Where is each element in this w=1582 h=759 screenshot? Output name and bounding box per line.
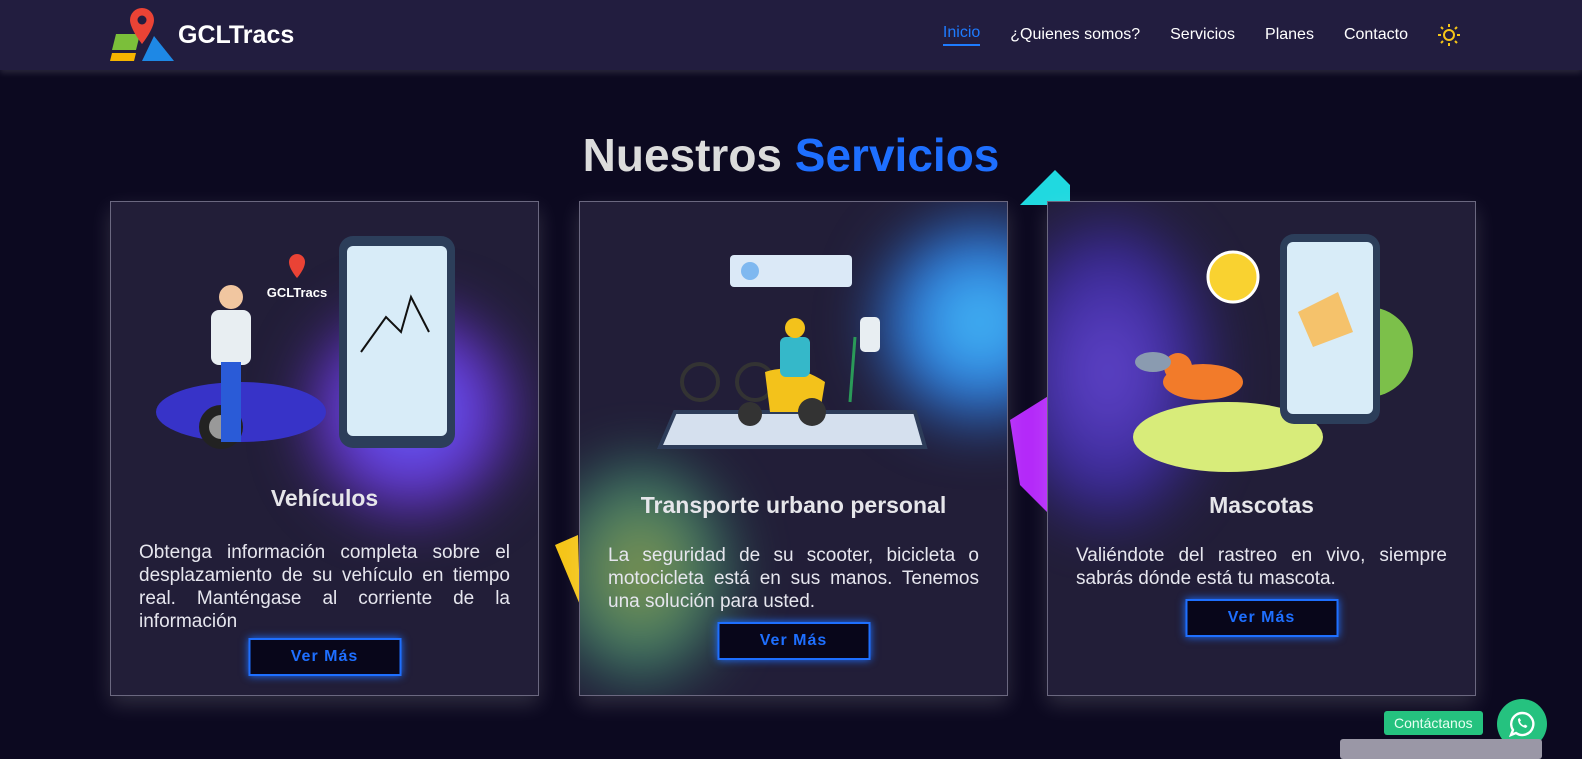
card-description: Valiéndote del rastreo en vivo, siempre … <box>1076 545 1447 589</box>
map-pin-logo-icon <box>110 8 174 61</box>
nav-quienes-somos[interactable]: ¿Quienes somos? <box>1010 26 1140 44</box>
logo[interactable]: GCLTracs <box>110 6 294 64</box>
whatsapp-icon <box>1509 711 1535 737</box>
ver-mas-button[interactable]: Ver Más <box>1185 599 1338 637</box>
nav-servicios[interactable]: Servicios <box>1170 26 1235 44</box>
service-card-mascotas: Mascotas Valiéndote del rastreo en vivo,… <box>1047 201 1476 696</box>
nav-inicio[interactable]: Inicio <box>942 24 981 46</box>
card-title: Mascotas <box>1209 492 1314 518</box>
brand-name: GCLTracs <box>178 20 295 49</box>
card-title: Vehículos <box>270 485 379 511</box>
pet-illustration <box>1133 234 1413 472</box>
nav-menu: Inicio ¿Quienes somos? Servicios Planes … <box>942 24 1460 46</box>
bottom-widget <box>1340 739 1542 759</box>
navbar: GCLTracs Inicio ¿Quienes somos? Servicio… <box>0 0 1582 70</box>
card-description: Obtenga información completa sobre el de… <box>139 542 510 632</box>
svg-text:GCLTracs: GCLTracs <box>267 285 327 300</box>
contact-label-button[interactable]: Contáctanos <box>1384 711 1483 735</box>
ver-mas-button[interactable]: Ver Más <box>717 622 870 660</box>
urban-transport-illustration <box>656 255 928 449</box>
card-description: La seguridad de su scooter, bicicleta o … <box>608 545 979 612</box>
vehicle-illustration: GCLTracs <box>156 236 455 449</box>
nav-contacto[interactable]: Contacto <box>1344 26 1408 44</box>
service-card-transporte: Transporte urbano personal La seguridad … <box>579 201 1008 696</box>
service-card-vehiculos: GCLTracs Vehículos Obtenga información c… <box>110 201 539 696</box>
ver-mas-button[interactable]: Ver Más <box>248 638 401 676</box>
card-title: Transporte urbano personal <box>640 492 947 518</box>
sun-icon[interactable] <box>1438 24 1460 46</box>
nav-planes[interactable]: Planes <box>1265 26 1314 44</box>
